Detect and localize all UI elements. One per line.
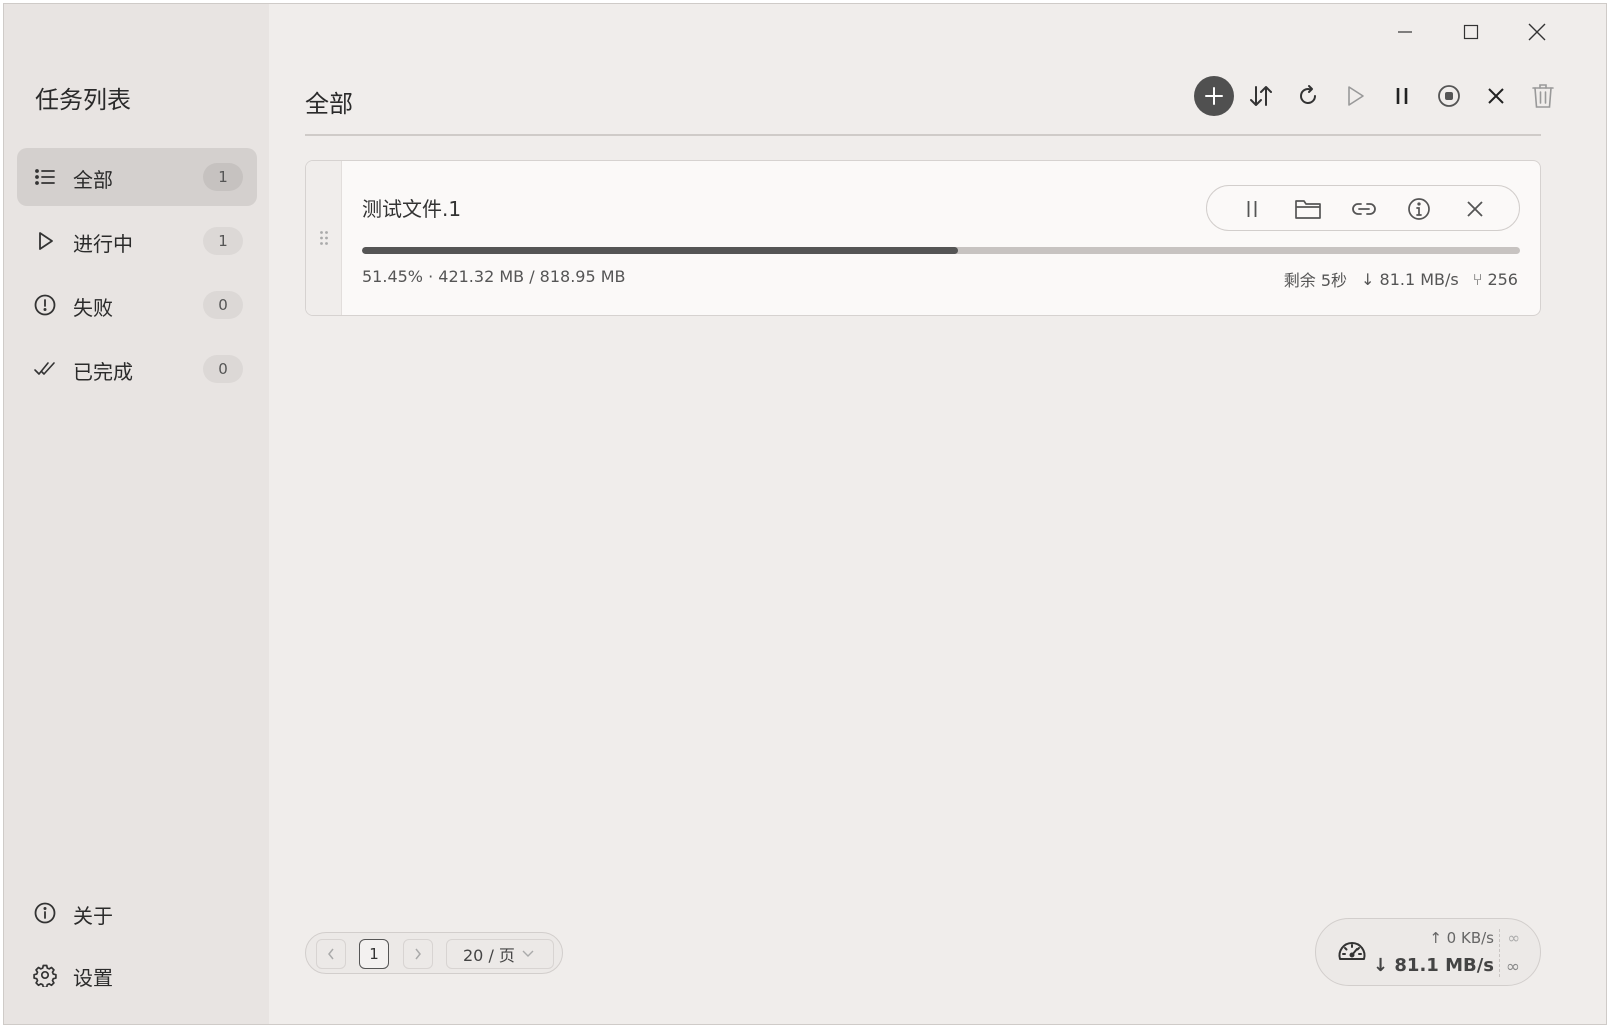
page-size-value: 20 / 页 bbox=[463, 946, 515, 965]
total-download-speed: ↓ 81.1 MB/s bbox=[1373, 955, 1494, 976]
trash-icon bbox=[1532, 84, 1554, 108]
count-badge: 1 bbox=[203, 163, 243, 191]
task-delete-button[interactable] bbox=[1460, 194, 1490, 224]
chevron-down-icon bbox=[522, 950, 534, 957]
sidebar-bottom-nav: 关于 设置 bbox=[17, 884, 257, 1008]
count-badge: 0 bbox=[203, 291, 243, 319]
page-size-select[interactable]: 20 / 页 bbox=[446, 939, 554, 969]
maximize-button[interactable] bbox=[1448, 16, 1494, 48]
minimize-button[interactable] bbox=[1382, 16, 1428, 48]
stop-all-button[interactable] bbox=[1429, 76, 1469, 116]
download-limit: ∞ bbox=[1505, 957, 1520, 977]
minimize-icon bbox=[1398, 31, 1412, 33]
add-task-button[interactable] bbox=[1194, 76, 1234, 116]
remaining-time: 剩余 5秒 bbox=[1283, 271, 1348, 290]
list-icon bbox=[35, 169, 55, 185]
refresh-icon bbox=[1300, 85, 1316, 104]
app-title: 任务列表 bbox=[35, 86, 131, 114]
next-page-button[interactable] bbox=[403, 939, 433, 969]
play-icon bbox=[39, 232, 53, 250]
pause-icon bbox=[1247, 201, 1257, 217]
sidebar-item-label: 进行中 bbox=[73, 232, 133, 256]
task-name: 测试文件.1 bbox=[362, 197, 462, 221]
folder-icon bbox=[1295, 200, 1321, 219]
drag-handle[interactable] bbox=[306, 161, 342, 315]
close-window-button[interactable] bbox=[1514, 16, 1560, 48]
upload-limit: ∞ bbox=[1507, 929, 1521, 947]
link-icon bbox=[1352, 203, 1376, 215]
sidebar-item-about[interactable]: 关于 bbox=[17, 884, 257, 940]
close-icon bbox=[1528, 23, 1546, 41]
info-icon bbox=[1408, 198, 1430, 220]
gear-icon bbox=[33, 964, 57, 987]
pagination: 1 20 / 页 bbox=[305, 932, 563, 974]
task-progress-stats: 51.45% · 421.32 MB / 818.95 MB bbox=[362, 267, 626, 286]
close-icon bbox=[1488, 88, 1504, 104]
speed-separator bbox=[1499, 929, 1500, 977]
speedometer-icon bbox=[1338, 942, 1366, 960]
task-card[interactable]: 测试文件.1 51.45% · 421.32 MB / 818.95 MB 剩余… bbox=[305, 160, 1541, 316]
sidebar-item-failed[interactable]: 失败 0 bbox=[17, 276, 257, 334]
close-icon bbox=[1467, 201, 1483, 217]
page-number-button[interactable]: 1 bbox=[359, 939, 389, 969]
task-open-folder-button[interactable] bbox=[1293, 194, 1323, 224]
progress-fill bbox=[362, 247, 958, 254]
info-icon bbox=[34, 902, 56, 924]
resume-all-button[interactable] bbox=[1335, 76, 1375, 116]
refresh-button[interactable] bbox=[1288, 76, 1328, 116]
sidebar-item-settings[interactable]: 设置 bbox=[17, 946, 257, 1002]
maximize-icon bbox=[1463, 24, 1479, 40]
task-pause-button[interactable] bbox=[1237, 194, 1267, 224]
page-title: 全部 bbox=[305, 90, 353, 118]
drag-dots-icon bbox=[319, 231, 328, 245]
sidebar: 任务列表 全部 1 进行中 1 失败 0 已完成 0 关于 设置 bbox=[4, 4, 269, 1024]
count-badge: 0 bbox=[203, 355, 243, 383]
progress-bar bbox=[362, 247, 1520, 254]
sidebar-item-all[interactable]: 全部 1 bbox=[17, 148, 257, 206]
task-info-button[interactable] bbox=[1404, 194, 1434, 224]
header-divider bbox=[305, 134, 1541, 136]
double-check-icon bbox=[34, 362, 55, 375]
stop-icon bbox=[1438, 85, 1460, 107]
pause-all-button[interactable] bbox=[1382, 76, 1422, 116]
chevron-right-icon bbox=[415, 948, 421, 960]
upload-speed: ↑ 0 KB/s bbox=[1429, 929, 1494, 947]
prev-page-button[interactable] bbox=[316, 939, 346, 969]
task-meta: 剩余 5秒 ↓ 81.1 MB/s ⑂ 256 bbox=[1284, 267, 1518, 291]
task-copy-link-button[interactable] bbox=[1349, 194, 1379, 224]
sort-button[interactable] bbox=[1241, 76, 1281, 116]
cancel-all-button[interactable] bbox=[1476, 76, 1516, 116]
count-badge: 1 bbox=[203, 227, 243, 255]
sidebar-item-active[interactable]: 进行中 1 bbox=[17, 212, 257, 270]
sidebar-item-label: 设置 bbox=[73, 966, 113, 990]
app-window: 任务列表 全部 1 进行中 1 失败 0 已完成 0 关于 设置 全部 测试文件… bbox=[3, 3, 1607, 1025]
sidebar-item-label: 全部 bbox=[73, 168, 113, 192]
sidebar-item-completed[interactable]: 已完成 0 bbox=[17, 340, 257, 398]
play-icon bbox=[1348, 86, 1364, 106]
sidebar-item-label: 失败 bbox=[73, 296, 113, 320]
delete-button[interactable] bbox=[1523, 76, 1563, 116]
speed-limit-widget[interactable]: ↑ 0 KB/s ↓ 81.1 MB/s ∞ ∞ bbox=[1315, 918, 1541, 986]
alert-circle-icon bbox=[34, 294, 56, 316]
sidebar-item-label: 关于 bbox=[73, 904, 113, 928]
sidebar-nav: 全部 1 进行中 1 失败 0 已完成 0 bbox=[17, 148, 257, 404]
sidebar-item-label: 已完成 bbox=[73, 360, 133, 384]
task-actions bbox=[1206, 185, 1520, 231]
add-icon bbox=[1205, 87, 1223, 105]
chevron-left-icon bbox=[328, 948, 334, 960]
pause-icon bbox=[1396, 88, 1408, 104]
download-speed: ↓ 81.1 MB/s bbox=[1361, 269, 1459, 289]
connection-count: ⑂ 256 bbox=[1472, 269, 1518, 289]
sort-icon bbox=[1250, 86, 1272, 106]
